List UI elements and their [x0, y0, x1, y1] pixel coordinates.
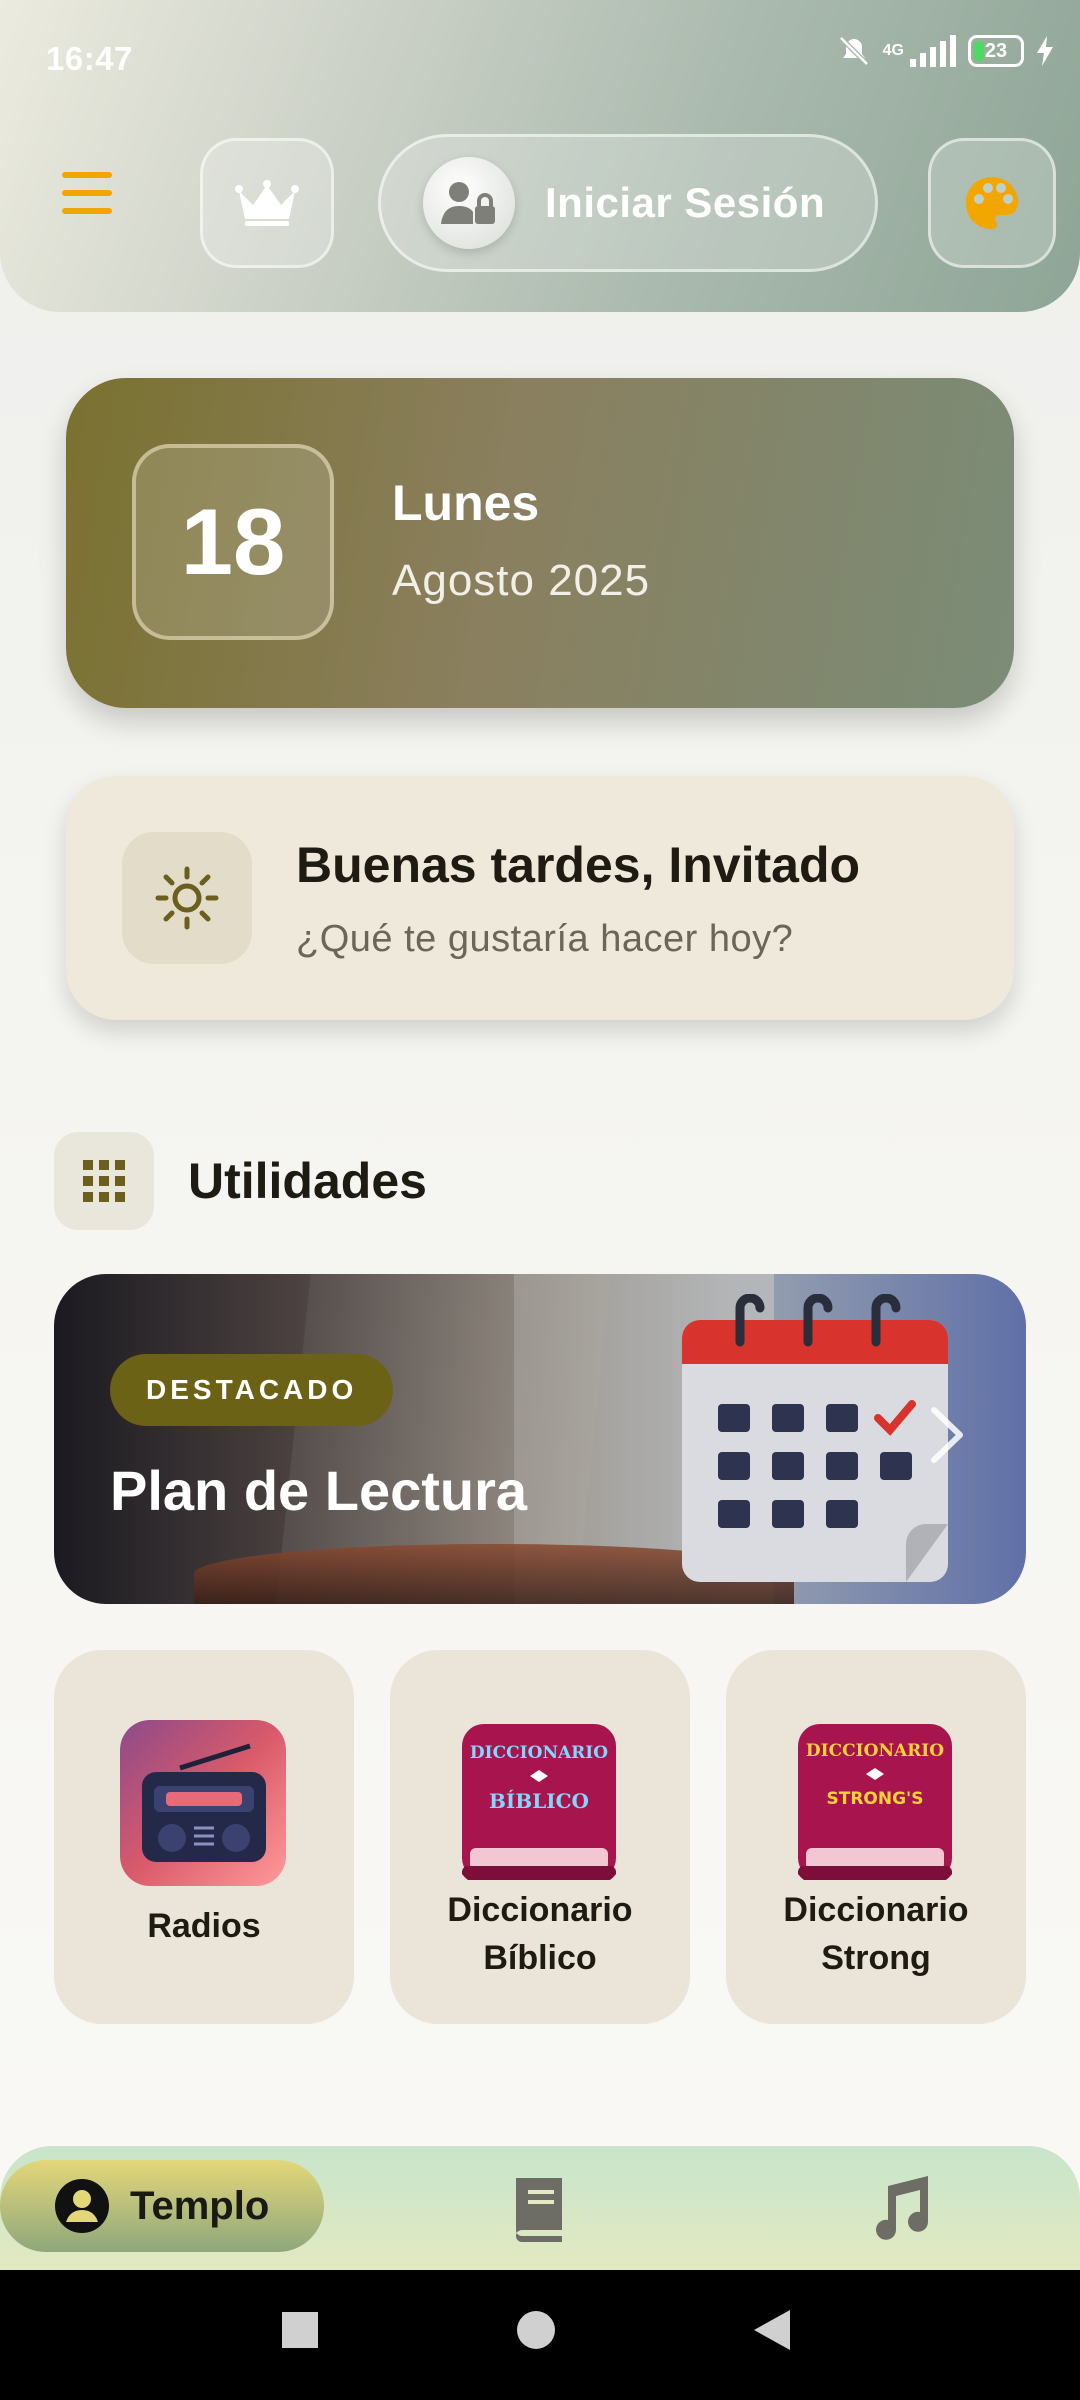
book-icon	[516, 2178, 562, 2242]
menu-button[interactable]	[62, 172, 118, 222]
bottom-navigation: Templo	[0, 2146, 1080, 2270]
hamburger-icon	[62, 172, 112, 178]
sun-icon	[122, 832, 252, 964]
greeting-card: Buenas tardes, Invitado ¿Qué te gustaría…	[66, 776, 1014, 1020]
system-navigation-bar	[0, 2270, 1080, 2400]
strong-dictionary-art-word2: STRONG'S	[826, 1789, 923, 1809]
greeting-subtitle: ¿Qué te gustaría hacer hoy?	[296, 918, 794, 960]
tile-radios[interactable]: Radios	[54, 1650, 354, 2024]
charging-icon	[1037, 36, 1053, 66]
status-bar: 16:47 4G 23	[0, 0, 1080, 110]
nav-item-bible[interactable]	[508, 2174, 570, 2247]
bible-dictionary-art-word1: DICCIONARIO	[470, 1743, 608, 1763]
status-icons: 4G 23	[837, 34, 1054, 68]
battery-level: 23	[984, 39, 1008, 62]
crown-icon	[235, 180, 299, 226]
battery-icon: 23	[968, 35, 1024, 67]
featured-title: Plan de Lectura	[110, 1459, 528, 1522]
radio-icon	[120, 1720, 286, 1886]
featured-reading-plan-card[interactable]: DESTACADO Plan de Lectura	[54, 1274, 1026, 1604]
nav-label-templo: Templo	[130, 2183, 270, 2228]
mute-vibrate-icon	[838, 36, 869, 66]
login-button[interactable]: Iniciar Sesión	[378, 134, 878, 272]
weekday: Lunes	[392, 475, 540, 531]
tile-label: Radios	[147, 1907, 261, 1945]
music-icon	[876, 2176, 928, 2240]
status-time: 16:47	[46, 40, 133, 77]
tile-label: Diccionario Bíblico	[447, 1891, 633, 1977]
home-icon[interactable]	[516, 2310, 556, 2350]
signal-icon	[910, 35, 956, 67]
theme-button[interactable]	[928, 138, 1056, 268]
strong-dictionary-icon: DICCIONARIO STRONG'S	[798, 1724, 952, 1880]
section-title-utilidades: Utilidades	[188, 1153, 427, 1209]
network-type: 4G	[882, 42, 904, 59]
day-number: 18	[132, 444, 334, 640]
strong-dictionary-art-word1: DICCIONARIO	[806, 1741, 944, 1761]
tile-diccionario-biblico[interactable]: DICCIONARIO BÍBLICO Diccionario Bíblico	[390, 1650, 690, 2024]
login-label: Iniciar Sesión	[545, 179, 826, 226]
date-card: 18 Lunes Agosto 2025	[66, 378, 1014, 708]
greeting-title: Buenas tardes, Invitado	[296, 837, 861, 893]
user-lock-icon	[423, 157, 515, 249]
premium-button[interactable]	[200, 138, 334, 268]
palette-icon	[966, 177, 1018, 229]
tile-label: Diccionario Strong	[783, 1891, 969, 1977]
calendar-icon	[682, 1294, 948, 1582]
featured-badge: DESTACADO	[110, 1354, 394, 1426]
month-year: Agosto 2025	[392, 556, 651, 605]
nav-item-music[interactable]	[864, 2172, 934, 2247]
tile-diccionario-strong[interactable]: DICCIONARIO STRONG'S Diccionario Strong	[726, 1650, 1026, 2024]
chevron-right-icon	[931, 1407, 963, 1463]
bible-dictionary-icon: DICCIONARIO BÍBLICO	[462, 1724, 616, 1880]
person-icon	[55, 2179, 109, 2233]
recents-icon[interactable]	[282, 2312, 318, 2348]
grid-icon	[54, 1132, 154, 1230]
back-icon[interactable]	[752, 2308, 792, 2352]
nav-item-templo[interactable]: Templo	[0, 2160, 324, 2252]
bible-dictionary-art-word2: BÍBLICO	[489, 1789, 589, 1813]
